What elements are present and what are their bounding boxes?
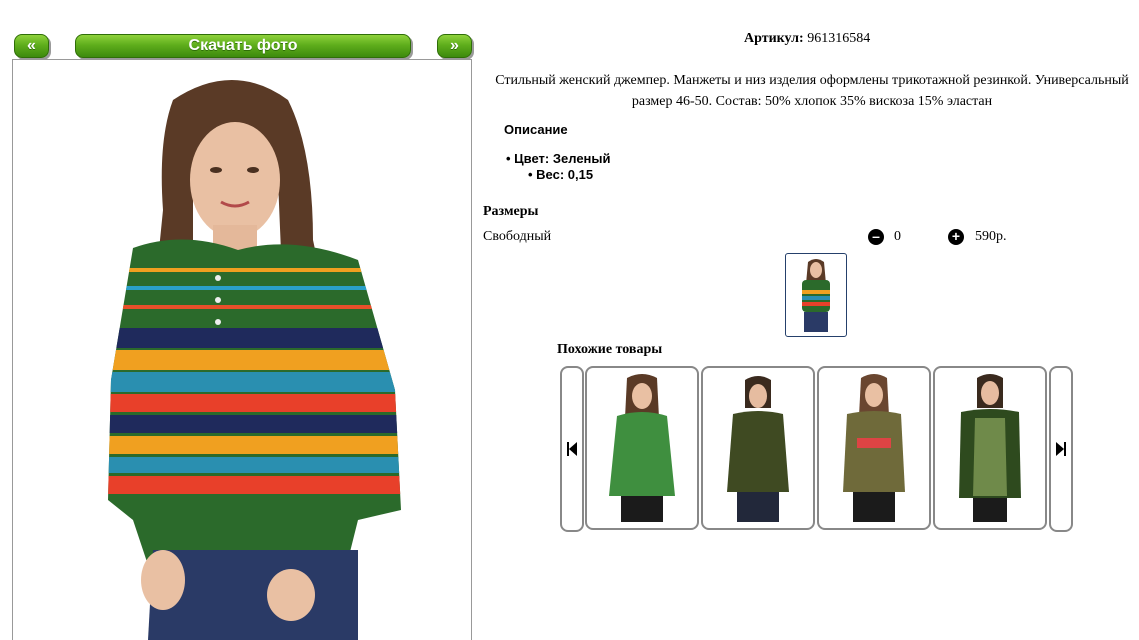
plus-circle-icon[interactable]: + (948, 229, 964, 245)
size-qty: 0 (894, 229, 901, 244)
similar-item-1[interactable] (585, 366, 699, 530)
download-photo-button[interactable]: Скачать фото (75, 34, 411, 58)
props-list: Цвет: Зеленый Вес: 0,15 (506, 151, 611, 183)
prev-photo-button[interactable]: « (14, 34, 49, 58)
similar-item-3[interactable] (817, 366, 931, 530)
similar-next-button[interactable] (1049, 366, 1073, 532)
prop-color: Цвет: Зеленый (506, 151, 610, 167)
similar-prev-button[interactable] (560, 366, 584, 532)
article-value: 961316584 (807, 31, 871, 46)
similar-item-4[interactable] (933, 366, 1047, 530)
article-number: Артикул: 961316584 (744, 31, 870, 47)
skip-forward-icon (1056, 442, 1066, 456)
similar-item-2[interactable] (701, 366, 815, 530)
product-thumbnail[interactable] (785, 253, 847, 337)
skip-back-icon (567, 442, 577, 456)
product-description: Стильный женский джемпер. Манжеты и низ … (495, 73, 1129, 109)
next-photo-button[interactable]: » (437, 34, 472, 58)
size-name: Свободный (483, 229, 552, 244)
sizes-title: Размеры (483, 204, 539, 219)
main-product-photo (12, 59, 472, 640)
minus-circle-icon[interactable]: – (868, 229, 884, 245)
prop-weight: Вес: 0,15 (506, 167, 611, 183)
props-title: Описание (504, 122, 568, 137)
similar-title: Похожие товары (557, 342, 663, 357)
size-price: 590р. (975, 229, 1007, 244)
article-label: Артикул: (744, 31, 804, 46)
